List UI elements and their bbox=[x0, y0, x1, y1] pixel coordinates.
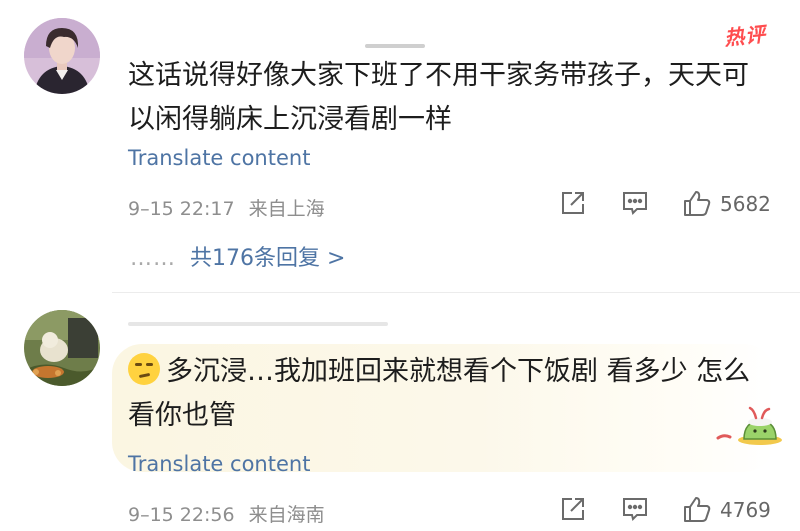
translate-link[interactable]: Translate content bbox=[128, 452, 310, 476]
like-count: 4769 bbox=[720, 498, 771, 522]
username-redacted bbox=[128, 322, 388, 326]
comment-item: 多沉浸…我加班回来就想看个下饭剧 看多少 怎么看你也管 Translate co… bbox=[0, 292, 800, 531]
comment-text-row: 多沉浸…我加班回来就想看个下饭剧 看多少 怎么看你也管 bbox=[128, 350, 768, 438]
username-redacted bbox=[365, 44, 425, 48]
comment-item: 热评 这话说得好像大家下班了不用干家务带孩子，天天可以闲得躺床上沉浸看剧一样 T… bbox=[0, 0, 800, 292]
hot-comment-badge: 热评 bbox=[723, 21, 768, 51]
translate-link[interactable]: Translate content bbox=[128, 146, 310, 170]
comment-text: 多沉浸…我加班回来就想看个下饭剧 看多少 怎么看你也管 bbox=[128, 356, 751, 431]
share-icon[interactable] bbox=[558, 188, 588, 218]
comment-actions: 4769 bbox=[0, 494, 800, 528]
emoji-icon bbox=[128, 353, 160, 385]
comment-text: 这话说得好像大家下班了不用干家务带孩子，天天可以闲得躺床上沉浸看剧一样 bbox=[128, 60, 749, 135]
comment-icon[interactable] bbox=[620, 494, 650, 524]
share-icon[interactable] bbox=[558, 494, 588, 524]
view-replies-link[interactable]: …… 共176条回复 > bbox=[130, 240, 345, 272]
avatar[interactable] bbox=[24, 310, 100, 386]
thumbs-up-icon[interactable] bbox=[682, 494, 712, 524]
avatar[interactable] bbox=[24, 18, 100, 94]
pudding-sticker-icon bbox=[716, 404, 786, 450]
replies-count-text: 共176条回复 > bbox=[190, 246, 346, 271]
thumbs-up-icon[interactable] bbox=[682, 188, 712, 218]
comment-actions: 5682 bbox=[0, 188, 800, 222]
like-count: 5682 bbox=[720, 192, 771, 216]
comment-icon[interactable] bbox=[620, 188, 650, 218]
replies-dots: …… bbox=[130, 246, 176, 271]
